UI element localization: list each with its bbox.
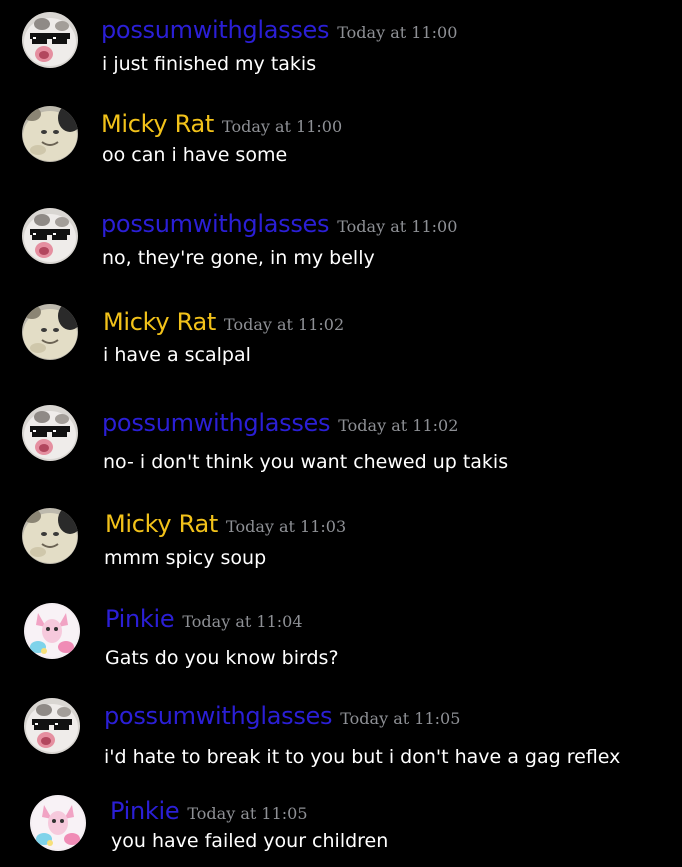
author-name[interactable]: Micky Rat [105,510,218,538]
rat-avatar[interactable] [22,106,78,162]
timestamp: Today at 11:02 [224,315,345,334]
rat-avatar-image [22,106,78,162]
message-header: Pinkie Today at 11:04 [105,605,303,633]
timestamp: Today at 11:02 [338,416,459,435]
rat-avatar[interactable] [22,304,78,360]
message-row: possumwithglasses Today at 11:05 i'd hate… [0,690,682,770]
message-row: possumwithglasses Today at 11:00 i just f… [0,0,682,80]
possum-avatar[interactable] [24,698,80,754]
message-text: oo can i have some [102,144,288,166]
timestamp: Today at 11:04 [182,612,303,631]
rat-avatar-image [22,508,78,564]
timestamp: Today at 11:05 [187,804,308,823]
timestamp: Today at 11:03 [226,517,347,536]
message-header: possumwithglasses Today at 11:00 [101,16,457,44]
message-row: Pinkie Today at 11:04 Gats do you know bi… [0,595,682,675]
timestamp: Today at 11:00 [222,117,343,136]
message-text: you have failed your children [111,830,389,852]
possum-avatar-image [22,208,78,264]
author-name[interactable]: Pinkie [110,797,180,825]
author-name[interactable]: possumwithglasses [101,210,330,238]
message-row: Micky Rat Today at 11:02 i have a scalpal [0,298,682,378]
message-text: no- i don't think you want chewed up tak… [103,451,509,473]
possum-avatar-image [24,698,80,754]
message-header: possumwithglasses Today at 11:02 [102,409,458,437]
message-text: mmm spicy soup [104,547,267,569]
timestamp: Today at 11:05 [340,709,461,728]
pinkie-avatar[interactable] [24,603,80,659]
message-header: possumwithglasses Today at 11:05 [104,702,460,730]
author-name[interactable]: Pinkie [105,605,175,633]
message-text: Gats do you know birds? [105,647,339,669]
timestamp: Today at 11:00 [337,23,458,42]
message-row: Micky Rat Today at 11:03 mmm spicy soup [0,500,682,580]
message-header: Pinkie Today at 11:05 [110,797,308,825]
message-text: i have a scalpal [103,344,251,366]
author-name[interactable]: possumwithglasses [102,409,331,437]
timestamp: Today at 11:00 [337,217,458,236]
message-row: Micky Rat Today at 11:00 oo can i have so… [0,100,682,180]
possum-avatar[interactable] [22,208,78,264]
author-name[interactable]: Micky Rat [103,308,216,336]
pinkie-avatar-image [30,795,86,851]
message-header: Micky Rat Today at 11:03 [105,510,346,538]
rat-avatar-image [22,304,78,360]
possum-avatar[interactable] [22,12,78,68]
rat-avatar[interactable] [22,508,78,564]
message-header: possumwithglasses Today at 11:00 [101,210,457,238]
pinkie-avatar[interactable] [30,795,86,851]
message-row: possumwithglasses Today at 11:02 no- i do… [0,397,682,477]
message-row: Pinkie Today at 11:05 you have failed you… [0,787,682,867]
message-text: i just finished my takis [102,53,317,75]
author-name[interactable]: Micky Rat [101,110,214,138]
message-header: Micky Rat Today at 11:02 [103,308,344,336]
possum-avatar[interactable] [22,405,78,461]
possum-avatar-image [22,405,78,461]
author-name[interactable]: possumwithglasses [101,16,330,44]
message-text: i'd hate to break it to you but i don't … [104,746,621,768]
message-header: Micky Rat Today at 11:00 [101,110,342,138]
possum-avatar-image [22,12,78,68]
pinkie-avatar-image [24,603,80,659]
message-text: no, they're gone, in my belly [102,247,375,269]
message-row: possumwithglasses Today at 11:00 no, they… [0,198,682,278]
author-name[interactable]: possumwithglasses [104,702,333,730]
